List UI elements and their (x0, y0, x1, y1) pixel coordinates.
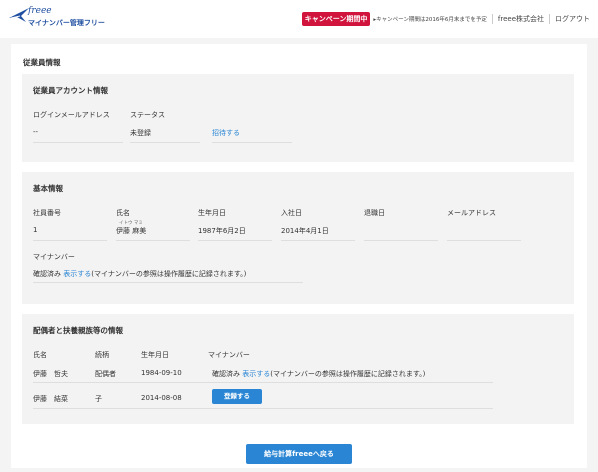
campaign-note: ▸キャンペーン期間は2016年6月末までを予定 (373, 17, 487, 23)
account-panel: 従業員アカウント情報 ログインメールアドレス ステータス -- 未登録 招待する (22, 74, 574, 162)
mynumber-status: 確認済み (33, 270, 61, 278)
account-panel-title: 従業員アカウント情報 (33, 86, 108, 95)
header-divider (549, 14, 550, 24)
name-label: 氏名 (116, 209, 130, 217)
basic-info-panel: 基本情報 社員番号 氏名 生年月日 入社日 退職日 メールアドレス 1 イトウ … (22, 172, 574, 304)
row-divider (33, 408, 493, 409)
main-content: 従業員情報 従業員アカウント情報 ログインメールアドレス ステータス -- 未登… (11, 44, 587, 468)
app-logo[interactable]: freee マイナンバー管理フリー (8, 6, 128, 30)
family-row-name: 伊藤 哲夫 (33, 370, 68, 378)
invite-underline (212, 142, 292, 143)
register-mynumber-button[interactable]: 登録する (212, 389, 262, 404)
bird-logo-icon (9, 8, 29, 22)
family-row-name: 伊藤 結菜 (33, 395, 68, 403)
invite-link[interactable]: 招待する (212, 128, 240, 138)
email-label: ログインメールアドレス (33, 111, 110, 119)
status-label: ステータス (130, 111, 165, 119)
header-right: キャンペーン期間中 ▸キャンペーン期間は2016年6月末までを予定 freee株… (301, 12, 590, 26)
mynumber-status: 確認済み (212, 370, 240, 378)
family-header-relation: 続柄 (95, 351, 109, 359)
family-row-relation: 子 (95, 395, 102, 403)
family-panel: 配偶者と扶養親族等の情報 氏名 続柄 生年月日 マイナンバー 伊藤 哲夫 配偶者… (22, 314, 574, 424)
birthday-value: 1987年6月2日 (198, 227, 246, 235)
email-address-underline (447, 240, 521, 241)
hire-date-value: 2014年4月1日 (281, 227, 329, 235)
family-panel-title: 配偶者と扶養親族等の情報 (33, 326, 123, 335)
leave-date-label: 退職日 (364, 209, 385, 217)
employee-no-label: 社員番号 (33, 209, 61, 217)
app-header: freee マイナンバー管理フリー キャンペーン期間中 ▸キャンペーン期間は20… (0, 0, 598, 38)
family-row-relation: 配偶者 (95, 370, 116, 378)
mynumber-show-link[interactable]: 表示する (63, 270, 91, 278)
campaign-badge: キャンペーン期間中 (301, 12, 371, 26)
header-divider (491, 14, 493, 24)
leave-date-underline (364, 240, 438, 241)
page-title: 従業員情報 (23, 58, 61, 67)
row-divider (33, 382, 493, 383)
mynumber-underline (33, 282, 303, 283)
mynumber-row: 確認済み 表示する(マイナンバーの参照は操作履歴に記録されます。) (33, 269, 246, 279)
employee-no-value: 1 (33, 226, 38, 234)
family-header-birthday: 生年月日 (141, 351, 169, 359)
family-row-birthday: 1984-09-10 (141, 369, 182, 377)
name-value: 伊藤 麻美 (116, 227, 147, 235)
mynumber-note: (マイナンバーの参照は操作履歴に記録されます。) (270, 370, 426, 378)
family-row-birthday: 2014-08-08 (141, 394, 182, 402)
email-underline (33, 142, 123, 143)
family-header-mynumber: マイナンバー (208, 351, 250, 359)
hire-date-underline (281, 240, 355, 241)
mynumber-show-link[interactable]: 表示する (242, 370, 270, 378)
family-row-mynumber: 確認済み 表示する(マイナンバーの参照は操作履歴に記録されます。) (212, 369, 425, 379)
status-value: 未登録 (130, 129, 151, 137)
email-address-label: メールアドレス (447, 209, 496, 217)
mynumber-note: (マイナンバーの参照は操作履歴に記録されます。) (91, 270, 247, 278)
name-underline (116, 240, 190, 241)
birthday-underline (198, 240, 272, 241)
logout-link[interactable]: ログアウト (555, 14, 590, 24)
status-underline (130, 142, 200, 143)
family-header-name: 氏名 (33, 351, 47, 359)
logo-app-name: マイナンバー管理フリー (28, 19, 105, 27)
hire-date-label: 入社日 (281, 209, 302, 217)
logo-brand-text: freee (28, 6, 52, 16)
mynumber-label: マイナンバー (33, 253, 75, 261)
email-value: -- (33, 128, 39, 136)
basic-info-title: 基本情報 (33, 184, 63, 193)
company-name-link[interactable]: freee株式会社 (498, 14, 544, 24)
birthday-label: 生年月日 (198, 209, 226, 217)
back-to-payroll-button[interactable]: 給与計算freeeへ戻る (246, 444, 352, 464)
employee-no-underline (33, 240, 107, 241)
